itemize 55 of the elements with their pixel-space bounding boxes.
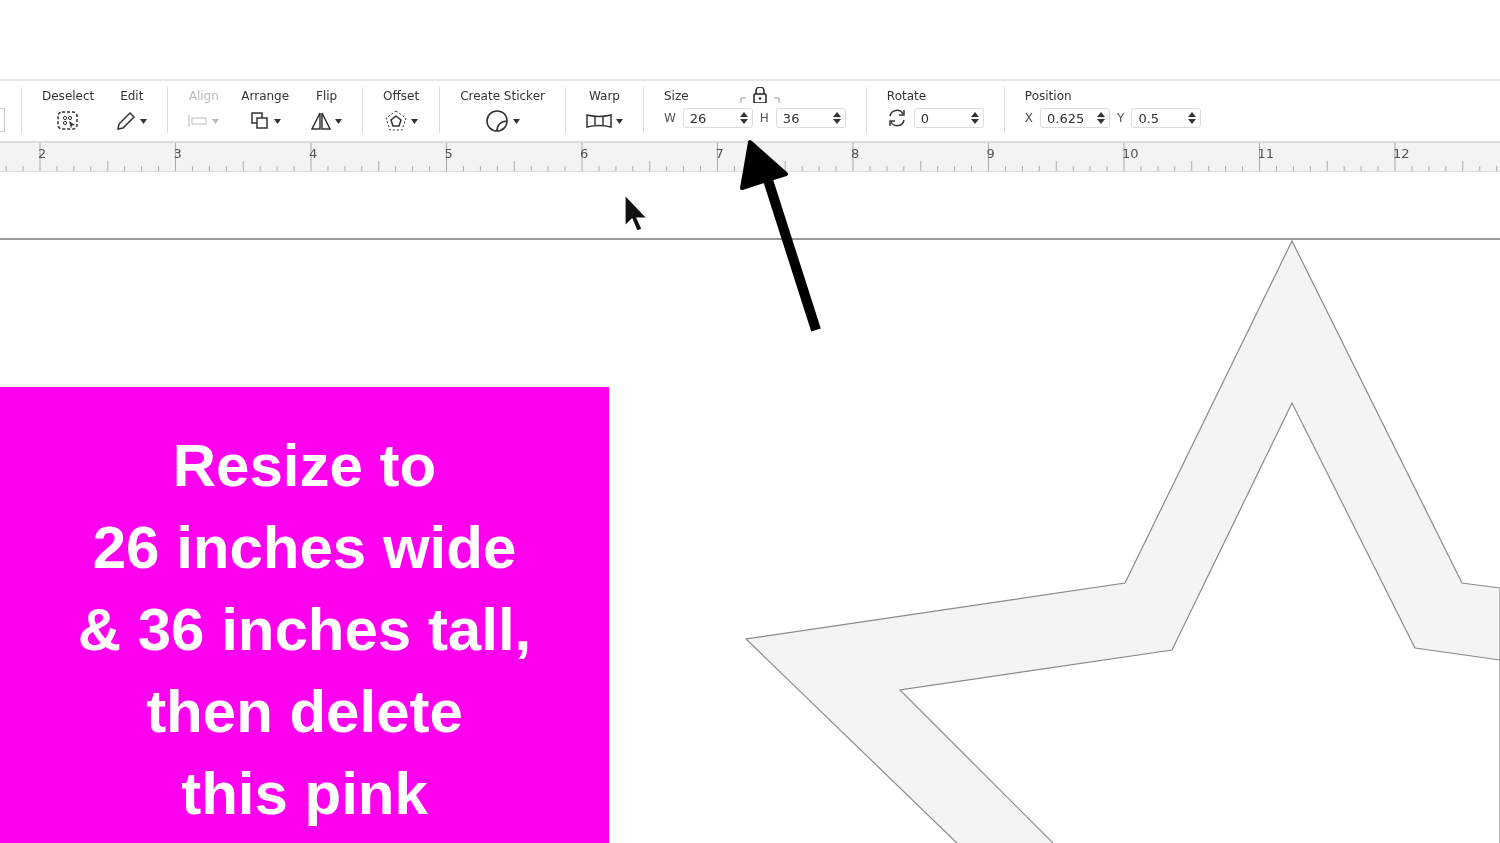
number-field[interactable]: 26 bbox=[682, 108, 753, 128]
spinner-arrows-icon[interactable] bbox=[832, 111, 841, 125]
align-icon bbox=[188, 114, 209, 128]
ruler-number: 7 bbox=[715, 146, 724, 161]
spinner-arrows-icon[interactable] bbox=[1188, 111, 1197, 125]
spinner-arrows-icon[interactable] bbox=[739, 111, 748, 125]
caret-icon bbox=[335, 118, 343, 124]
caret-icon bbox=[273, 118, 281, 124]
sticker-icon bbox=[485, 109, 510, 133]
spinner-arrows-icon[interactable] bbox=[970, 111, 979, 125]
number-field[interactable]: 0.5 bbox=[1131, 108, 1202, 128]
warp-tool[interactable]: Warp bbox=[585, 89, 623, 133]
number-field[interactable]: 36 bbox=[775, 108, 846, 128]
star-outline-shape[interactable] bbox=[744, 240, 1500, 843]
size-label: Size bbox=[663, 89, 689, 103]
caret-icon bbox=[513, 118, 521, 124]
ruler-number: 3 bbox=[173, 146, 182, 161]
ruler-number: 8 bbox=[851, 146, 860, 161]
caret-icon bbox=[212, 118, 220, 124]
ruler-number: 6 bbox=[580, 146, 589, 161]
flip-icon bbox=[311, 111, 332, 131]
rotate-label: Rotate bbox=[886, 89, 927, 103]
instruction-text: Resize to 26 inches wide & 36 inches tall, then delete this pink bbox=[76, 431, 533, 829]
dashed-select-icon bbox=[57, 111, 80, 131]
warp-icon bbox=[585, 113, 612, 129]
arrange-icon bbox=[249, 111, 270, 131]
offset-pentagon-icon bbox=[384, 110, 407, 132]
ruler-number: 10 bbox=[1122, 146, 1139, 161]
ruler-number: 9 bbox=[986, 146, 995, 161]
axis-label: X bbox=[1024, 111, 1034, 125]
position-label: Position bbox=[1024, 89, 1072, 103]
number-field[interactable]: 0 bbox=[913, 108, 984, 128]
ruler-number: 4 bbox=[309, 146, 318, 161]
caret-icon bbox=[140, 118, 148, 124]
deselect-tool[interactable]: Deselect bbox=[42, 89, 95, 133]
lock-icon[interactable] bbox=[739, 87, 780, 103]
arrange-tool[interactable]: Arrange bbox=[241, 89, 290, 133]
ruler-number: 12 bbox=[1393, 146, 1410, 161]
caret-icon bbox=[410, 118, 418, 124]
sticker-tool[interactable]: Create Sticker bbox=[460, 89, 545, 133]
axis-label: Y bbox=[1117, 111, 1125, 125]
edit-tool[interactable]: Edit bbox=[116, 89, 148, 133]
ruler-number: 2 bbox=[38, 146, 47, 161]
axis-label: W bbox=[663, 111, 676, 125]
ruler-number: 11 bbox=[1257, 146, 1275, 161]
spinner-arrows-icon[interactable] bbox=[1097, 111, 1106, 125]
axis-label: H bbox=[759, 111, 769, 125]
rotate-icon[interactable] bbox=[886, 108, 907, 128]
pencil-icon bbox=[116, 111, 137, 131]
ruler-number: 5 bbox=[444, 146, 453, 161]
mouse-cursor-icon bbox=[624, 193, 649, 232]
flip-tool[interactable]: Flip bbox=[311, 89, 343, 133]
caret-icon bbox=[615, 118, 623, 124]
offset-tool[interactable]: Offset bbox=[383, 89, 420, 133]
number-field[interactable]: 0.625 bbox=[1040, 108, 1111, 128]
